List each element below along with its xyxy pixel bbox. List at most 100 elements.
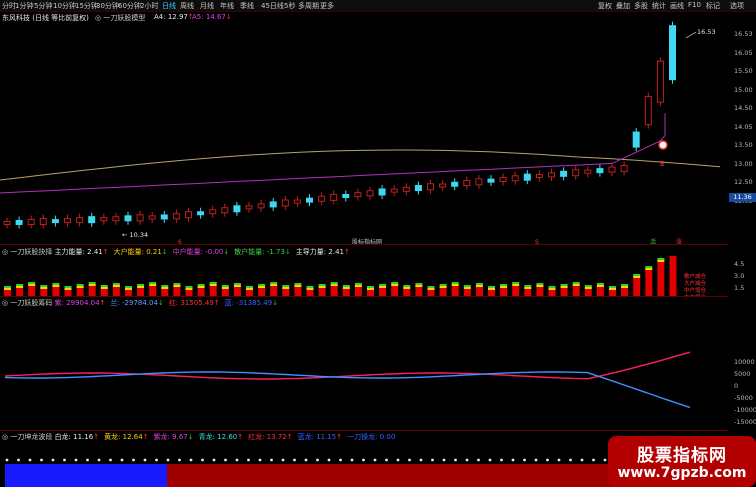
energy-bar-top [258, 286, 266, 288]
indicator-readout: 大户能量: 0.21↓ [113, 248, 168, 256]
watermark-url: www.7gpzb.com [617, 465, 747, 481]
energy-bar [572, 286, 580, 296]
timeframe-8[interactable]: 日线 [162, 1, 176, 11]
energy-bar-cap [633, 274, 641, 276]
energy-bar-cap [475, 283, 483, 285]
band-dot [408, 458, 411, 462]
candlestick [656, 60, 664, 103]
energy-bar [137, 288, 145, 296]
timeframe-1[interactable]: 1分钟 [15, 1, 33, 11]
band-dot [281, 458, 285, 462]
energy-bar [645, 270, 653, 296]
band-dot [534, 458, 538, 462]
candlestick [451, 181, 459, 187]
toolbar-button-2[interactable]: 多股 [634, 1, 648, 11]
energy-bar-top [161, 287, 169, 289]
energy-legend-item: 散户减仓 [684, 272, 707, 280]
band-dot [327, 458, 331, 462]
candlestick [572, 169, 580, 177]
timeframe-3[interactable]: 10分钟 [53, 1, 76, 11]
timeframe-10[interactable]: 月线 [200, 1, 214, 11]
energy-bar [463, 289, 471, 296]
timeframe-7[interactable]: 2小时 [140, 1, 158, 11]
timeframe-16[interactable]: 更多 [320, 1, 334, 11]
axis-tick-label: 5000 [734, 370, 751, 378]
toolbar-button-4[interactable]: 画线 [670, 1, 684, 11]
energy-bar [258, 288, 266, 296]
energy-bar-top [584, 287, 592, 289]
candlestick [281, 199, 289, 207]
toolbar-button-7[interactable]: 选项 [730, 1, 744, 11]
energy-bar-cap [500, 284, 508, 286]
band-dot [270, 458, 273, 462]
energy-bar-cap [52, 283, 60, 285]
energy-bar-cap [463, 285, 471, 287]
energy-bar-top [560, 286, 568, 288]
energy-bar-top [536, 285, 544, 287]
energy-bar-cap [609, 286, 616, 288]
energy-bar-top [100, 287, 108, 289]
energy-bar [596, 287, 604, 296]
buy-marker-label: B [660, 160, 665, 168]
candlestick [644, 96, 652, 126]
energy-bar [100, 289, 108, 296]
energy-bar-top [451, 284, 459, 286]
energy-bar-cap [294, 283, 302, 285]
energy-bar [584, 289, 592, 296]
energy-bar-cap [270, 282, 278, 284]
candlestick [3, 221, 11, 225]
candlestick [669, 25, 676, 81]
energy-bar-top [185, 288, 193, 290]
energy-bar-top [403, 287, 411, 289]
candlestick [160, 214, 168, 220]
toolbar-button-3[interactable]: 统计 [652, 1, 666, 11]
timeframe-11[interactable]: 年线 [220, 1, 234, 11]
band-dot [523, 458, 526, 462]
energy-bar-cap [548, 286, 556, 288]
panel-title: ◎ 一刀妖股抉择 [2, 248, 55, 256]
energy-legend-item: 中户增仓 [684, 286, 707, 294]
energy-bar-cap [596, 283, 604, 285]
price-chart[interactable]: 16.53← 10.34B股标指标网6 S 活涨 [0, 20, 728, 245]
band-dot [500, 458, 503, 462]
energy-bar [354, 287, 362, 296]
energy-bar-cap [318, 284, 326, 286]
toolbar-button-1[interactable]: 叠加 [616, 1, 630, 11]
candlestick [233, 205, 241, 213]
band-dot [350, 458, 354, 462]
toolbar-button-5[interactable]: F10 [688, 1, 701, 9]
energy-bar [379, 288, 387, 296]
band-dot [304, 458, 308, 462]
axis-tick-label: 13.00 [734, 159, 753, 168]
band-dot [592, 458, 595, 462]
energy-bar [197, 288, 205, 296]
energy-bar-top [318, 286, 326, 288]
timeframe-12[interactable]: 季线 [240, 1, 254, 11]
candlestick [523, 173, 531, 181]
energy-bar-top [524, 287, 532, 289]
timeframe-9[interactable]: 周线 [180, 1, 194, 11]
energy-bar [88, 286, 96, 296]
timeframe-14[interactable]: 5秒 [284, 1, 295, 11]
timeframe-0[interactable]: 分时 [2, 1, 16, 11]
timeframe-13[interactable]: 45日线 [261, 1, 284, 11]
timeframe-15[interactable]: 多周期 [298, 1, 319, 11]
toolbar-button-0[interactable]: 复权 [598, 1, 612, 11]
energy-bar-cap [512, 282, 520, 284]
band-dot [224, 458, 227, 462]
panel-divider-3 [0, 430, 728, 431]
energy-bar-cap [100, 285, 108, 287]
energy-bar-cap [76, 284, 84, 286]
candlestick [293, 199, 301, 204]
timeframe-6[interactable]: 60分钟 [118, 1, 141, 11]
energy-bar-top [463, 287, 471, 289]
energy-legend-item: 大户减仓 [684, 279, 707, 287]
band-dot [201, 458, 204, 462]
timeframe-2[interactable]: 5分钟 [34, 1, 52, 11]
energy-bar [16, 288, 24, 296]
timeframe-4[interactable]: 15分钟 [75, 1, 98, 11]
timeframe-5[interactable]: 30分钟 [96, 1, 119, 11]
energy-bar [439, 288, 447, 296]
toolbar-button-6[interactable]: 标记 [706, 1, 720, 11]
candlestick [596, 168, 604, 174]
